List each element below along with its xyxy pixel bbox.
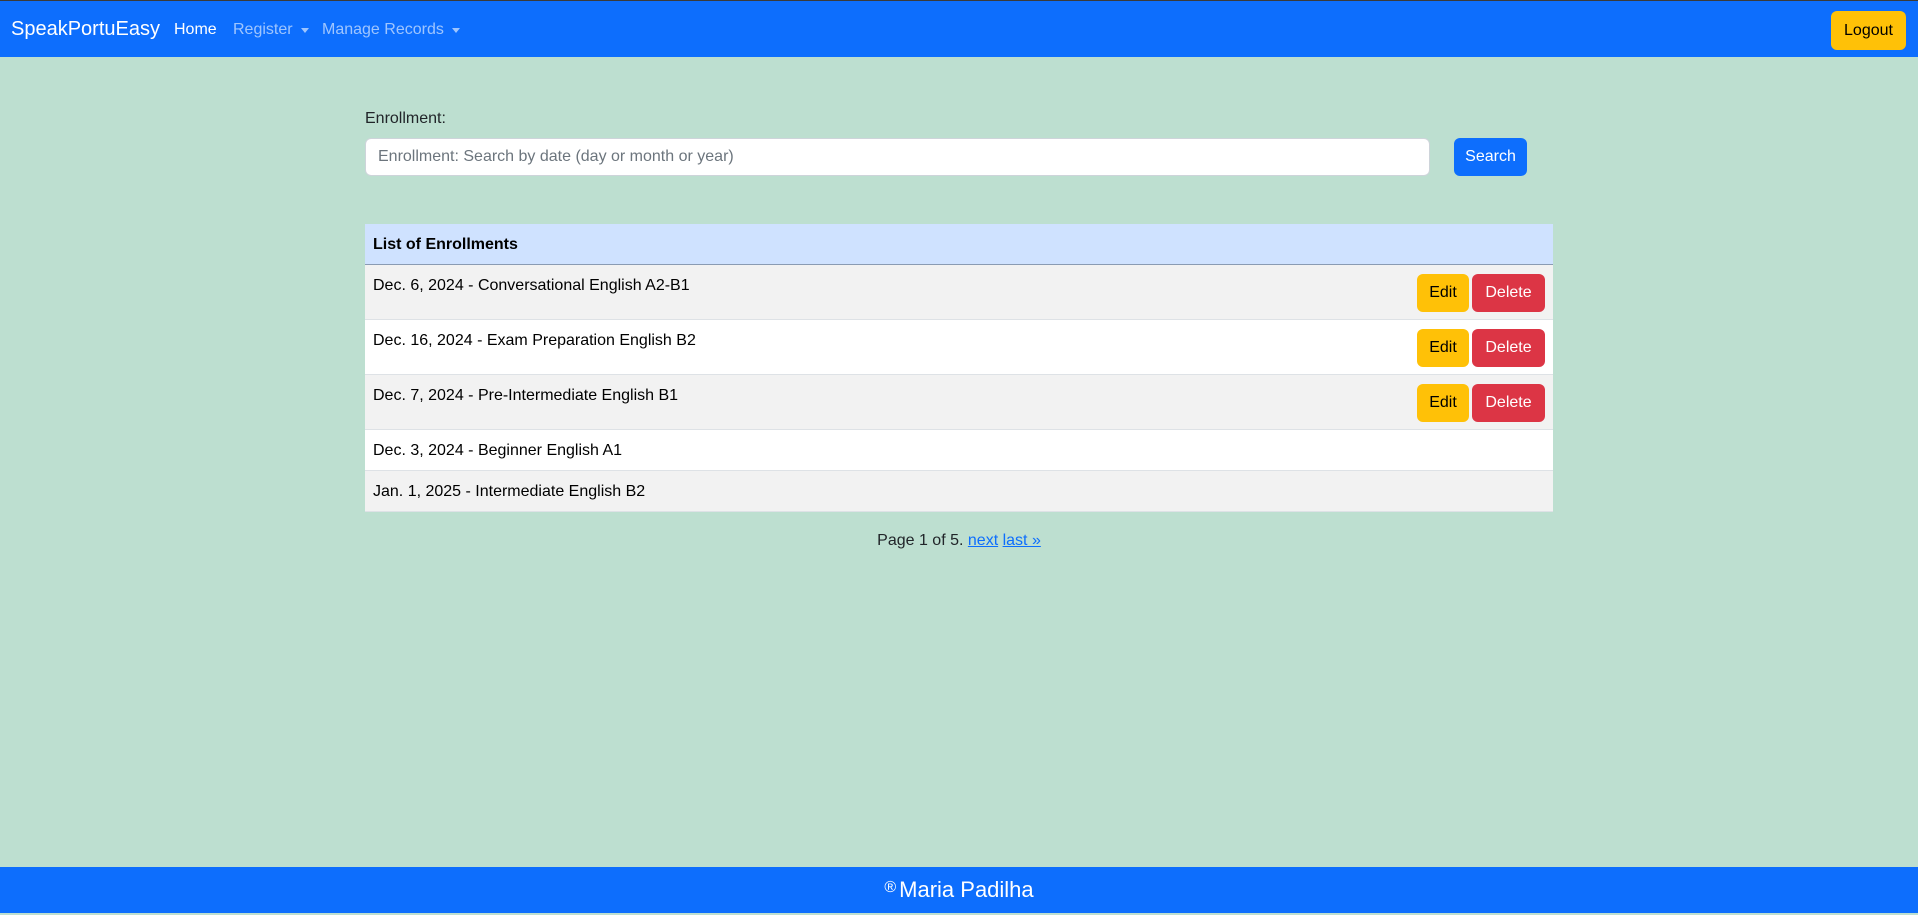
nav-home[interactable]: Home (174, 21, 217, 39)
nav-manage-records-label: Manage Records (322, 21, 444, 38)
enrollment-text: Jan. 1, 2025 - Intermediate English B2 (373, 483, 646, 500)
enrollment-search-label: Enrollment: (365, 110, 446, 127)
nav-manage-records-dropdown[interactable]: Manage Records (322, 21, 460, 39)
top-navbar: SpeakPortuEasy Home Register Manage Reco… (0, 0, 1918, 57)
last-page-link[interactable]: last » (1003, 532, 1041, 549)
logout-button[interactable]: Logout (1831, 11, 1906, 50)
delete-button[interactable]: Delete (1472, 329, 1545, 367)
chevron-down-icon (300, 27, 309, 33)
enrollment-text: Dec. 7, 2024 - Pre-Intermediate English … (373, 387, 679, 404)
enrollment-search-input[interactable] (365, 138, 1430, 176)
table-row: Jan. 1, 2025 - Intermediate English B2 (365, 471, 1553, 512)
table-row: Dec. 7, 2024 - Pre-Intermediate English … (365, 375, 1553, 430)
delete-button[interactable]: Delete (1472, 384, 1545, 422)
next-page-link[interactable]: next (968, 532, 998, 549)
nav-register-label: Register (233, 21, 293, 38)
table-header: List of Enrollments (365, 224, 1553, 265)
nav-home-label: Home (174, 21, 217, 38)
edit-button[interactable]: Edit (1417, 384, 1469, 422)
table-row: Dec. 3, 2024 - Beginner English A1 (365, 430, 1553, 471)
enrollment-text: Dec. 3, 2024 - Beginner English A1 (373, 442, 623, 459)
pagination: Page 1 of 5. next last » (0, 532, 1918, 550)
edit-button[interactable]: Edit (1417, 274, 1469, 312)
table-row: Dec. 16, 2024 - Exam Preparation English… (365, 320, 1553, 375)
nav-register-dropdown[interactable]: Register (233, 21, 309, 39)
footer-text: Maria Padilha (899, 877, 1034, 902)
footer: ® Maria Padilha (0, 867, 1918, 913)
enrollments-table: List of Enrollments Dec. 6, 2024 - Conve… (365, 224, 1553, 512)
chevron-down-icon (451, 27, 460, 33)
pagination-status: Page 1 of 5. (877, 532, 964, 549)
delete-button[interactable]: Delete (1472, 274, 1545, 312)
search-button[interactable]: Search (1454, 138, 1527, 176)
edit-button[interactable]: Edit (1417, 329, 1469, 367)
registered-icon: ® (884, 879, 897, 896)
table-row: Dec. 6, 2024 - Conversational English A2… (365, 265, 1553, 320)
brand-link[interactable]: SpeakPortuEasy (11, 18, 160, 41)
enrollment-text: Dec. 16, 2024 - Exam Preparation English… (373, 332, 696, 349)
enrollment-text: Dec. 6, 2024 - Conversational English A2… (373, 277, 690, 294)
